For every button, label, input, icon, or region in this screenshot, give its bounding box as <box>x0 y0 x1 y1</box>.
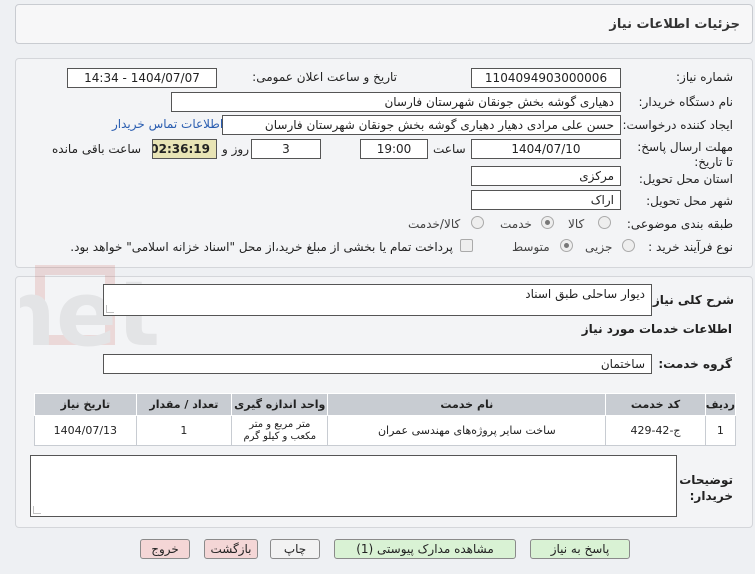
col-unit: واحد اندازه گیری <box>231 393 329 416</box>
col-date: تاریخ نیاز <box>34 393 137 416</box>
reply-button[interactable]: پاسخ به نیاز <box>530 539 630 559</box>
need-number-label: شماره نیاز: <box>676 70 733 84</box>
services-table-header: ردیف کد خدمت نام خدمت واحد اندازه گیری ت… <box>34 393 737 416</box>
services-table-wrap: ردیف کد خدمت نام خدمت واحد اندازه گیری ت… <box>34 393 737 446</box>
col-name: نام خدمت <box>327 393 607 416</box>
announce-label: تاریخ و ساعت اعلان عمومی: <box>252 70 397 84</box>
category-option-service: خدمت <box>500 217 532 231</box>
service-group-label: گروه خدمت: <box>658 357 732 371</box>
deadline-label: مهلت ارسال پاسخ: تا تاریخ: <box>637 140 733 169</box>
buyer-org-field: دهیاری گوشه بخش جونقان شهرستان فارسان <box>171 92 621 112</box>
services-section-title: اطلاعات خدمات مورد نیاز <box>581 322 732 336</box>
days-field: 3 <box>251 139 321 159</box>
col-qty: تعداد / مقدار <box>135 393 233 416</box>
buyer-org-label: نام دستگاه خریدار: <box>638 95 734 109</box>
category-radio-service[interactable] <box>541 216 554 229</box>
col-code: کد خدمت <box>605 393 706 416</box>
treasury-payment-note: پرداخت تمام یا بخشی از مبلغ خرید،از محل … <box>70 240 453 254</box>
page-header: جزئیات اطلاعات نیاز <box>15 4 753 44</box>
page-title: جزئیات اطلاعات نیاز <box>609 17 740 32</box>
deadline-time-label: ساعت <box>433 142 466 156</box>
attachments-button[interactable]: مشاهده مدارک پیوستی (1) <box>334 539 516 559</box>
exit-button[interactable]: خروج <box>140 539 190 559</box>
treasury-payment-checkbox[interactable] <box>460 239 473 252</box>
category-option-both: کالا/خدمت <box>408 217 461 231</box>
days-label: روز و <box>222 142 249 156</box>
need-number-field: 1104094903000006 <box>471 68 621 88</box>
process-radio-minor[interactable] <box>622 239 635 252</box>
cell-qty: 1 <box>135 415 233 446</box>
description-field: دیوار ساحلی طبق اسناد <box>103 284 652 316</box>
col-row: ردیف <box>704 393 737 416</box>
cell-row: 1 <box>704 415 737 446</box>
city-field: اراک <box>471 190 621 210</box>
process-radio-medium[interactable] <box>560 239 573 252</box>
resize-handle-icon[interactable] <box>33 506 41 514</box>
category-radio-goods[interactable] <box>598 216 611 229</box>
creator-field: حسن علی مرادی دهیار دهیاری گوشه بخش جونق… <box>222 115 621 135</box>
description-text: دیوار ساحلی طبق اسناد <box>525 287 645 301</box>
creator-label: ایجاد کننده درخواست: <box>622 118 733 132</box>
buyer-notes-label: توضیحات خریدار: <box>679 473 733 503</box>
description-label: شرح کلی نیاز: <box>648 293 734 307</box>
city-label: شهر محل تحویل: <box>646 194 733 208</box>
deadline-date-field: 1404/07/10 <box>471 139 621 159</box>
remaining-time-field: 02:36:19 <box>152 139 217 159</box>
resize-handle-icon[interactable] <box>106 305 114 313</box>
process-label: نوع فرآیند خرید : <box>648 240 733 254</box>
cell-code: ج-42-429 <box>605 415 706 446</box>
buyer-contact-link[interactable]: اطلاعات تماس خریدار <box>112 117 223 131</box>
process-option-medium: متوسط <box>512 240 550 254</box>
service-group-field: ساختمان <box>103 354 652 374</box>
announce-field: 1404/07/07 - 14:34 <box>67 68 217 88</box>
category-radio-both[interactable] <box>471 216 484 229</box>
province-label: استان محل تحویل: <box>638 172 733 186</box>
cell-date: 1404/07/13 <box>34 415 137 446</box>
process-option-minor: جزیی <box>585 240 613 254</box>
print-button[interactable]: چاپ <box>270 539 320 559</box>
cell-unit: متر مربع و متر مکعب و کیلو گرم <box>231 415 329 446</box>
table-row: 1 ج-42-429 ساخت سایر پروژه‌های مهندسی عم… <box>34 415 737 446</box>
category-label: طبقه بندی موضوعی: <box>626 217 733 231</box>
deadline-time-field: 19:00 <box>360 139 428 159</box>
remaining-label: ساعت باقی مانده <box>52 142 142 156</box>
back-button[interactable]: بازگشت <box>204 539 258 559</box>
province-field: مرکزی <box>471 166 621 186</box>
services-table: ردیف کد خدمت نام خدمت واحد اندازه گیری ت… <box>34 393 737 446</box>
category-option-goods: کالا <box>568 217 585 231</box>
cell-name: ساخت سایر پروژه‌های مهندسی عمران <box>327 415 607 446</box>
buyer-notes-field <box>30 455 677 517</box>
